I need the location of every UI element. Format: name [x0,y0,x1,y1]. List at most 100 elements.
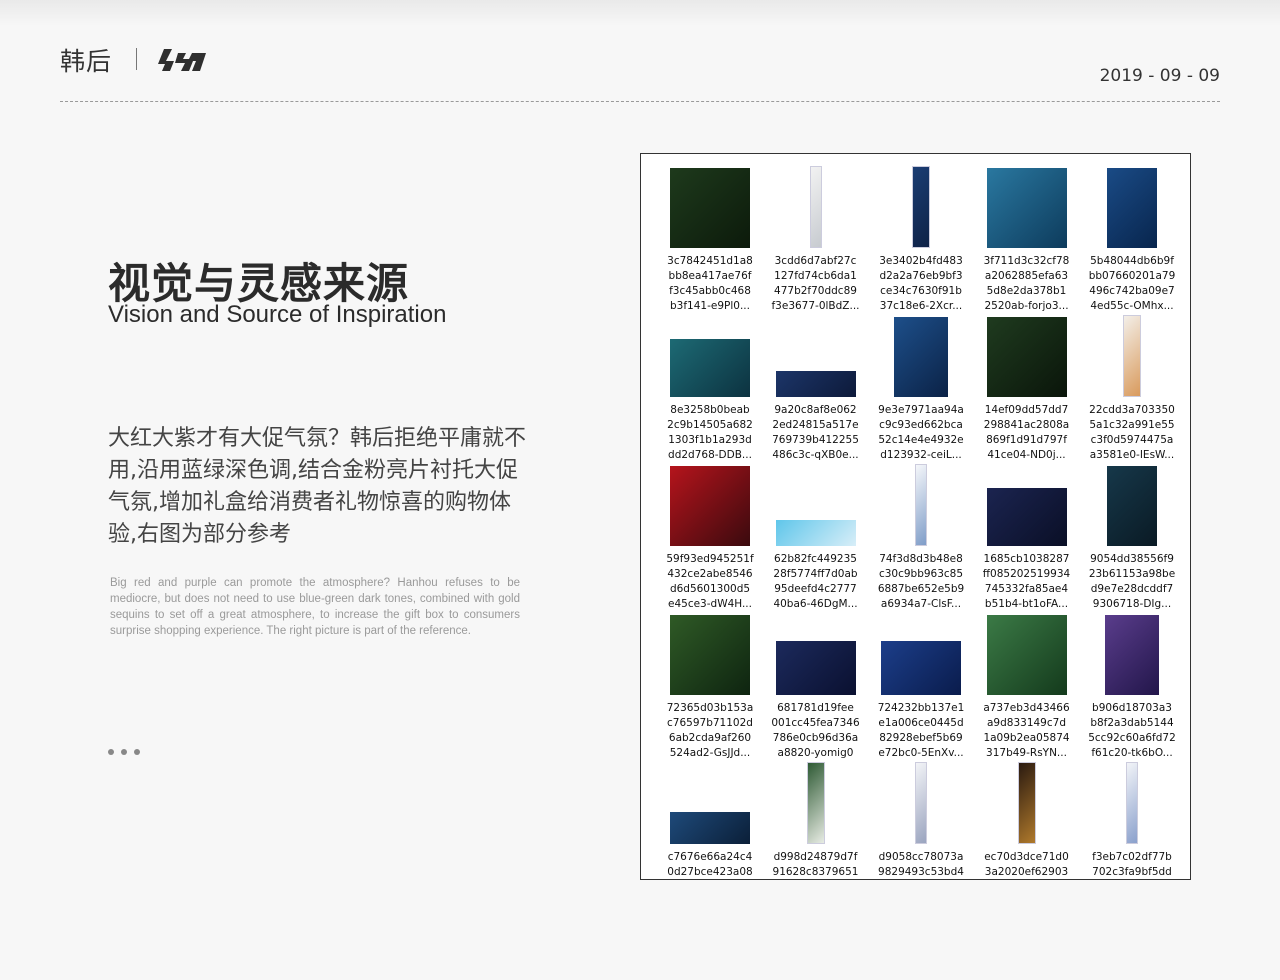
file-name-line: bb07660201a79 [1088,270,1176,282]
file-tile[interactable]: 9e3e7971aa94a c9c93ed662bca 52c14e4e4932e d… [871,315,971,463]
file-name-line: 2ed24815a517e [772,419,859,431]
file-name-line: 6887be652e5b9 [877,583,965,595]
file-name-line: 3e3402b4fd483 [879,255,963,267]
file-tile[interactable]: 8e3258b0beab 2c9b14505a682 1303f1b1a293d dd… [660,315,760,463]
file-thumbnail [775,641,856,695]
file-name-line: 1685cb1038287 [983,553,1070,565]
thumbnail-frame [668,315,752,397]
file-name-line: 3a2020ef62903 [984,866,1069,878]
file-name-line: 786e0cb96d36a [772,732,859,744]
thumbnail-frame [879,464,963,546]
file-name: 3e3402b4fd483 d2a2a76eb9bf3 ce34c7630f91b 3… [871,254,971,314]
file-thumbnail [775,371,856,397]
file-tile[interactable]: 5b48044db6b9f bb07660201a79 496c742ba09e7 4… [1082,166,1182,314]
file-tile[interactable]: b906d18703a3 b8f2a3dab5144 5cc92c60a6fd72 f… [1082,613,1182,761]
file-name-line: a2062885efa63 [984,270,1069,282]
file-name-line: 22cdd3a703350 [1089,404,1175,416]
file-tile[interactable]: ec70d3dce71d0 3a2020ef62903 [977,762,1077,879]
file-name-line: 3cdd6d7abf27c [774,255,857,267]
file-name-line: ec70d3dce71d0 [984,851,1069,863]
thumbnail-frame [879,613,963,695]
thumbnail-frame [668,464,752,546]
thumbnail-frame [774,762,858,844]
file-name-line: a3581e0-IEsW... [1089,449,1175,461]
file-tile[interactable]: 3f711d3c32cf78 a2062885efa63 5d8e2da378b1 2… [977,166,1077,314]
file-name-line: b8f2a3dab5144 [1090,717,1174,729]
file-name-line: f61c20-tk6bO... [1091,747,1173,759]
file-name-line: 9306718-DIg... [1092,598,1172,610]
thumbnail-frame [985,464,1069,546]
file-name-line: c30c9bb963c85 [878,568,964,580]
thumbnail-frame [668,762,752,844]
file-thumbnail [881,641,961,695]
file-name: 9e3e7971aa94a c9c93ed662bca 52c14e4e4932e d… [871,403,971,463]
file-name: 9a20c8af8e062 2ed24815a517e 769739b412255 4… [766,403,866,463]
file-thumbnail [670,168,750,248]
file-tile[interactable]: 72365d03b153a c76597b71102d 6ab2cda9af260 5… [660,613,760,761]
file-name: 3f711d3c32cf78 a2062885efa63 5d8e2da378b1 2… [977,254,1077,314]
file-name: 681781d19fee 001cc45fea7346 786e0cb96d36a a… [766,701,866,761]
page-header: 韩后 2019 - 09 - 09 [60,40,1220,104]
file-name-line: c76597b71102d [667,717,753,729]
file-name-line: 9054dd38556f9 [1090,553,1174,565]
file-tile[interactable]: 74f3d8d3b48e8 c30c9bb963c85 6887be652e5b9 a… [871,464,971,612]
file-thumbnail [1017,762,1036,844]
file-tile[interactable]: d998d24879d7f 91628c8379651 [766,762,866,879]
file-name: 72365d03b153a c76597b71102d 6ab2cda9af260 5… [660,701,760,761]
file-tile[interactable]: 22cdd3a703350 5a1c32a991e55 c3f0d5974475a a… [1082,315,1182,463]
file-name-line: d2a2a76eb9bf3 [879,270,963,282]
file-name-line: 127fd74cb6da1 [774,270,857,282]
file-tile[interactable]: 59f93ed945251f 432ce2abe8546 d6d5601300d5 e… [660,464,760,612]
file-name-line: 298841ac2808a [983,419,1070,431]
file-name-line: d9e7e28dcddf7 [1090,583,1174,595]
file-tile[interactable]: 724232bb137e1 e1a006ce0445d 82928ebef5b69 e… [871,613,971,761]
file-name-line: d998d24879d7f [773,851,858,863]
file-name-line: 59f93ed945251f [666,553,754,565]
file-name: c7676e66a24c4 0d27bce423a08 [660,850,760,879]
file-tile[interactable]: 9a20c8af8e062 2ed24815a517e 769739b412255 4… [766,315,866,463]
file-name-line: 72365d03b153a [666,702,754,714]
file-thumbnail [915,762,927,844]
file-tile[interactable]: 62b82fc449235 28f5774ff7d0ab 95deefd4c2777… [766,464,866,612]
file-name-line: b51b4-bt1oFA... [984,598,1069,610]
file-name-line: 3c7842451d1a8 [667,255,753,267]
file-tile[interactable]: 9054dd38556f9 23b61153a98be d9e7e28dcddf7 9… [1082,464,1182,612]
file-thumbnail [1123,315,1141,397]
file-name: 14ef09dd57dd7 298841ac2808a 869f1d91d797f 4… [977,403,1077,463]
file-tile[interactable]: 3c7842451d1a8 bb8ea417ae76f f3c45abb0c468 b… [660,166,760,314]
thumbnail-frame [879,166,963,248]
file-name-line: 9829493c53bd4 [878,866,964,878]
file-thumbnail [809,166,822,248]
description-en: Big red and purple can promote the atmos… [110,577,520,637]
file-tile[interactable]: 14ef09dd57dd7 298841ac2808a 869f1d91d797f 4… [977,315,1077,463]
file-name-line: ce34c7630f91b [880,285,962,297]
file-name: 3cdd6d7abf27c 127fd74cb6da1 477b2f70ddc89 f… [766,254,866,314]
thumbnail-frame [1090,762,1174,844]
file-tile[interactable]: d9058cc78073a 9829493c53bd4 [871,762,971,879]
file-thumbnail [894,317,948,397]
file-tile[interactable]: a737eb3d43466 a9d833149c7d 1a09b2ea05874 31… [977,613,1077,761]
file-tile[interactable]: 3e3402b4fd483 d2a2a76eb9bf3 ce34c7630f91b 3… [871,166,971,314]
file-name-line: 496c742ba09e7 [1089,285,1175,297]
file-name-line: f3c45abb0c468 [669,285,751,297]
file-name-line: dd2d768-DDB... [668,449,752,461]
file-name-line: 5d8e2da378b1 [986,285,1067,297]
file-name-line: f3e3677-0lBdZ... [771,300,860,312]
file-tile[interactable]: 681781d19fee 001cc45fea7346 786e0cb96d36a a… [766,613,866,761]
file-tile[interactable]: 3cdd6d7abf27c 127fd74cb6da1 477b2f70ddc89 f… [766,166,866,314]
header-divider [60,101,1220,102]
file-name-line: 5b48044db6b9f [1090,255,1174,267]
file-name-line: 0d27bce423a08 [667,866,753,878]
file-thumbnail [1126,762,1138,844]
file-thumbnail [806,762,825,844]
brand-name: 韩后 [60,47,113,76]
file-tile[interactable]: c7676e66a24c4 0d27bce423a08 [660,762,760,879]
file-tile[interactable]: 1685cb1038287 ff085202519934 745332fa85ae4… [977,464,1077,612]
file-name: 22cdd3a703350 5a1c32a991e55 c3f0d5974475a a… [1082,403,1182,463]
file-name-line: d9058cc78073a [878,851,964,863]
thumbnail-frame [879,762,963,844]
more-dots-icon[interactable] [108,740,147,759]
file-tile[interactable]: f3eb7c02df77b 702c3fa9bf5dd [1082,762,1182,879]
file-name: ec70d3dce71d0 3a2020ef62903 [977,850,1077,879]
reference-gallery: 3c7842451d1a8 bb8ea417ae76f f3c45abb0c468 b… [640,153,1191,880]
